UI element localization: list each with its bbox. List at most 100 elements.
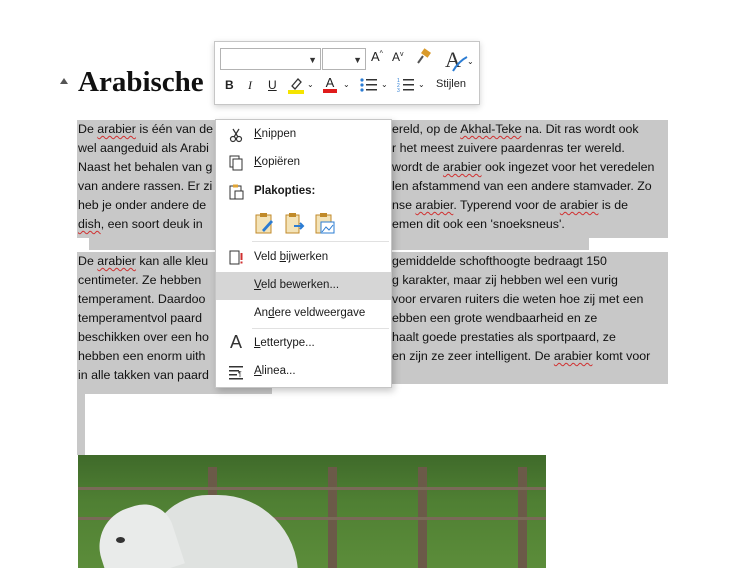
menu-item-label: Plakopties: xyxy=(254,185,316,197)
menu-item-plakopties: Plakopties: xyxy=(216,178,391,206)
update-field-icon xyxy=(228,250,244,266)
menu-separator xyxy=(252,241,389,242)
menu-item-lettertype[interactable]: A Lettertype... xyxy=(216,330,391,358)
text-line: ebben een grote wendbaarheid en ze xyxy=(392,310,597,326)
svg-text:A: A xyxy=(445,47,461,72)
spellcheck-word: dish xyxy=(78,217,101,231)
chevron-down-icon[interactable]: ⌄ xyxy=(381,80,388,89)
svg-text:¶: ¶ xyxy=(238,371,242,378)
menu-item-veld-bijwerken[interactable]: Veld bijwerken xyxy=(216,244,391,272)
font-size-box[interactable]: ▼ xyxy=(322,48,366,70)
text-run: centimeter. Ze hebben xyxy=(78,273,202,287)
bullets-button[interactable] xyxy=(360,77,378,96)
text-run: hebben een enorm uith xyxy=(78,349,206,363)
highlighter-icon xyxy=(288,78,304,94)
menu-item-veld-bewerken[interactable]: Veld bewerken... xyxy=(216,272,391,300)
spellcheck-word: arabier xyxy=(559,198,599,212)
collapse-heading-icon[interactable] xyxy=(60,78,68,84)
scissors-icon xyxy=(228,127,244,143)
text-run: ook ingezet voor het veredelen xyxy=(481,160,655,174)
grow-font-button[interactable]: A^ xyxy=(371,49,383,64)
text-run: temperament. Daardoo xyxy=(78,292,206,306)
spellcheck-word: arabier xyxy=(442,160,482,174)
format-painter-button[interactable] xyxy=(414,48,432,69)
text-line: gemiddelde schofthoogte bedraagt 150 xyxy=(392,253,607,269)
chevron-down-icon[interactable]: ⌄ xyxy=(467,57,474,66)
text-run: voor ervaren ruiters die weten hoe zij m… xyxy=(392,292,644,306)
text-run: kan alle kleu xyxy=(135,254,209,268)
text-run: wordt de xyxy=(392,160,443,174)
bullet-list-icon xyxy=(360,78,377,92)
horse-eye xyxy=(116,537,125,543)
text-line: ereld, op de Akhal-Teke na. Dit ras word… xyxy=(392,121,639,137)
text-line: hebben een enorm uith xyxy=(78,348,205,364)
text-line: Naast het behalen van g xyxy=(78,159,212,175)
text-line: De arabier is één van de xyxy=(78,121,213,137)
selection-highlight xyxy=(77,394,85,455)
text-run: wel aangeduid als Arabi xyxy=(78,141,209,155)
text-run: , een soort deuk in xyxy=(100,217,203,231)
chevron-down-icon[interactable]: ⌄ xyxy=(307,80,314,89)
text-run: is één van de xyxy=(135,122,214,136)
text-run: beschikken over een ho xyxy=(78,330,209,344)
document-heading: Arabische xyxy=(78,66,204,98)
paste-keep-formatting-icon[interactable] xyxy=(254,212,276,236)
text-run: heb je onder andere de xyxy=(78,198,207,212)
mini-toolbar: ▼ ▼ A^ Av A ⌄ B I U ⌄ A ⌄ ⌄ 123 ⌄ Stijle… xyxy=(214,41,480,105)
menu-item-label: Veld bijwerken xyxy=(254,251,329,263)
text-line: in alle takken van paard xyxy=(78,367,209,383)
menu-item-label: Knippen xyxy=(254,128,297,140)
fence-rail xyxy=(78,487,546,490)
text-run: na. Dit ras wordt ook xyxy=(521,122,639,136)
spellcheck-word: arabier xyxy=(97,254,136,268)
font-color-button[interactable]: A xyxy=(323,76,337,93)
text-run: De xyxy=(78,254,98,268)
text-run: is de xyxy=(598,198,629,212)
underline-button[interactable]: U xyxy=(268,78,277,92)
text-line: g karakter, maar zij hebben wel een vuri… xyxy=(392,272,618,288)
menu-item-label: Andere veldweergave xyxy=(254,307,366,319)
paste-merge-formatting-icon[interactable] xyxy=(284,212,306,236)
chevron-down-icon[interactable]: ⌄ xyxy=(343,80,350,89)
menu-item-alinea[interactable]: ¶ Alinea... xyxy=(216,358,391,386)
font-name-box[interactable]: ▼ xyxy=(220,48,321,70)
copy-icon xyxy=(228,155,244,171)
text-run: gemiddelde schofthoogte bedraagt 150 xyxy=(392,254,607,268)
text-line: De arabier kan alle kleu xyxy=(78,253,208,269)
menu-item-andere-veldweergave[interactable]: Andere veldweergave xyxy=(216,300,391,328)
text-run: haalt goede prestaties als sportpaard, z… xyxy=(392,330,616,344)
text-line: dish, een soort deuk in xyxy=(78,216,203,232)
paragraph-icon: ¶ xyxy=(228,364,244,380)
text-run: r het meest zuivere paardenras ter werel… xyxy=(392,141,625,155)
text-run: temperamentvol paard xyxy=(78,311,202,325)
chevron-down-icon[interactable]: ▼ xyxy=(353,55,362,65)
menu-item-kopieren[interactable]: Kopiëren xyxy=(216,149,391,177)
context-menu: Knippen Kopiëren Plakopties: Veld bijwer… xyxy=(215,119,392,388)
spellcheck-word: Akhal-Teke xyxy=(460,122,522,136)
chevron-down-icon[interactable]: ▼ xyxy=(308,55,317,65)
numbered-list-icon: 123 xyxy=(397,78,414,94)
svg-text:3: 3 xyxy=(397,88,400,93)
bold-button[interactable]: B xyxy=(225,78,234,92)
menu-item-knippen[interactable]: Knippen xyxy=(216,121,391,149)
styles-label[interactable]: Stijlen xyxy=(436,78,466,90)
shrink-font-button[interactable]: Av xyxy=(392,50,404,64)
highlight-button[interactable] xyxy=(288,76,304,97)
text-line: wel aangeduid als Arabi xyxy=(78,140,209,156)
text-line: beschikken over een ho xyxy=(78,329,209,345)
text-run: g karakter, maar zij hebben wel een vuri… xyxy=(392,273,618,287)
numbering-button[interactable]: 123 xyxy=(397,77,415,96)
text-run: van andere rassen. Er zi xyxy=(78,179,213,193)
paste-picture-icon[interactable] xyxy=(314,212,336,236)
text-run: en zijn ze zeer intelligent. De xyxy=(392,349,554,363)
text-line: temperamentvol paard xyxy=(78,310,202,326)
menu-item-label: Alinea... xyxy=(254,365,296,377)
horse-photo xyxy=(78,455,546,568)
styles-button[interactable]: A ⌄ xyxy=(443,47,474,78)
text-line: en zijn ze zeer intelligent. De arabier … xyxy=(392,348,650,364)
text-run: . Typerend voor de xyxy=(453,198,560,212)
chevron-down-icon[interactable]: ⌄ xyxy=(418,80,425,89)
text-line: len afstammend van een andere stamvader.… xyxy=(392,178,652,194)
text-run: ereld, op de xyxy=(392,122,461,136)
italic-button[interactable]: I xyxy=(248,78,252,93)
